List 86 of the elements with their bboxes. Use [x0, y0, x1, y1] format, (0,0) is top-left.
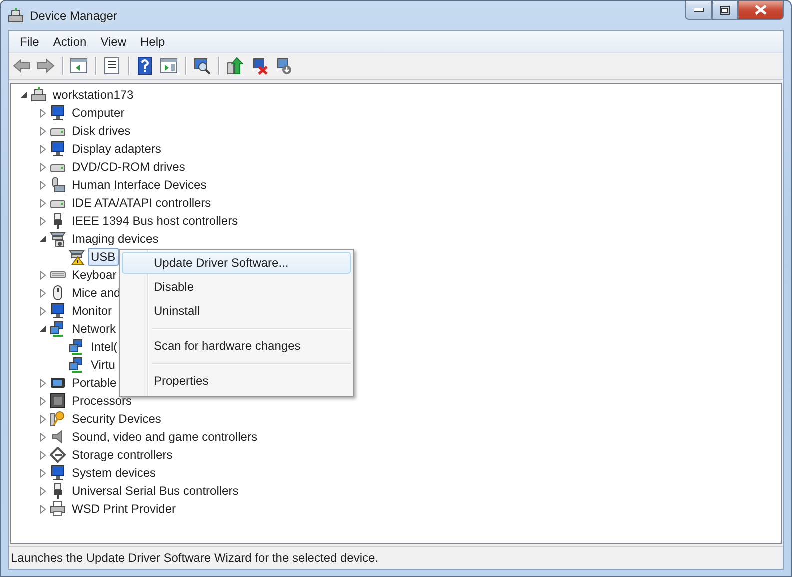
- monitor-icon: [50, 303, 66, 319]
- tree-item[interactable]: Intel(: [88, 338, 121, 356]
- expand-arrow-icon[interactable]: [40, 486, 46, 496]
- collapse-arrow-icon[interactable]: [40, 326, 46, 332]
- tree-item[interactable]: Keyboar: [69, 266, 120, 284]
- tree-item[interactable]: IDE ATA/ATAPI controllers: [69, 194, 214, 212]
- network-icon: [50, 321, 66, 337]
- tree-item[interactable]: Monitor: [69, 302, 116, 320]
- key-icon: [50, 411, 66, 427]
- expand-arrow-icon[interactable]: [40, 432, 46, 442]
- monitor-icon: [50, 141, 66, 157]
- menu-item[interactable]: View: [94, 34, 134, 48]
- tree-item[interactable]: Universal Serial Bus controllers: [69, 482, 242, 500]
- tree-item[interactable]: Disk drives: [69, 122, 134, 140]
- maximize-icon: [720, 6, 730, 14]
- context-menu-item[interactable]: Disable: [122, 276, 351, 298]
- collapse-arrow-icon[interactable]: [40, 236, 46, 242]
- scanner-warning-icon: [69, 249, 85, 265]
- menu-item[interactable]: Help: [134, 34, 172, 48]
- tree-item[interactable]: Human Interface Devices: [69, 176, 210, 194]
- expand-arrow-icon[interactable]: [40, 144, 46, 154]
- collapse-arrow-icon[interactable]: [20, 92, 28, 98]
- tree-item[interactable]: WSD Print Provider: [69, 500, 180, 518]
- scan-monitor-icon: [192, 57, 212, 75]
- properties-icon: [104, 57, 120, 75]
- forward-arrow-icon: [37, 59, 55, 73]
- expand-arrow-icon[interactable]: [40, 396, 46, 406]
- expand-arrow-icon[interactable]: [40, 198, 46, 208]
- window-title: Device Manager: [30, 8, 118, 22]
- monitor-icon: [50, 465, 66, 481]
- help-icon: [138, 57, 152, 75]
- tree-item[interactable]: Security Devices: [69, 410, 164, 428]
- expand-arrow-icon[interactable]: [40, 126, 46, 136]
- tree-item[interactable]: Display adapters: [69, 140, 164, 158]
- tree-item[interactable]: Computer: [69, 104, 128, 122]
- tree-item[interactable]: System devices: [69, 464, 160, 482]
- printer-icon: [50, 501, 66, 517]
- close-button[interactable]: [738, 1, 784, 20]
- expand-arrow-icon[interactable]: [40, 216, 46, 226]
- context-menu-item[interactable]: Properties: [122, 370, 351, 392]
- expand-arrow-icon[interactable]: [40, 414, 46, 424]
- monitor-icon: [50, 105, 66, 121]
- expand-arrow-icon[interactable]: [40, 378, 46, 388]
- minimize-icon: [694, 8, 704, 12]
- menu-item[interactable]: Action: [46, 34, 94, 48]
- action-pane-icon: [160, 58, 178, 74]
- tree-item[interactable]: Processors: [69, 392, 136, 410]
- status-text: Launches the Update Driver Software Wizard for the selected device.: [11, 551, 379, 565]
- scanner-icon: [50, 231, 66, 247]
- storage-controller-icon: [50, 447, 66, 463]
- tree-item[interactable]: Sound, video and game controllers: [69, 428, 260, 446]
- expand-arrow-icon[interactable]: [40, 468, 46, 478]
- joystick-icon: [50, 177, 66, 193]
- media-player-icon: [50, 375, 66, 391]
- processor-icon: [50, 393, 66, 409]
- computer-icon: [8, 8, 24, 24]
- computer-icon: [31, 87, 47, 103]
- expand-arrow-icon[interactable]: [40, 306, 46, 316]
- update-driver-icon: [225, 57, 245, 75]
- expand-arrow-icon[interactable]: [40, 504, 46, 514]
- expand-arrow-icon[interactable]: [40, 450, 46, 460]
- tree-item[interactable]: workstation173: [50, 86, 137, 104]
- tree-item[interactable]: DVD/CD-ROM drives: [69, 158, 188, 176]
- close-icon: [755, 5, 767, 15]
- tree-item[interactable]: Imaging devices: [69, 230, 162, 248]
- network-icon: [69, 339, 85, 355]
- context-menu-item[interactable]: Update Driver Software...: [122, 252, 351, 274]
- tree-item[interactable]: Storage controllers: [69, 446, 176, 464]
- tree-item[interactable]: USB: [88, 248, 119, 266]
- expand-arrow-icon[interactable]: [40, 180, 46, 190]
- network-icon: [69, 357, 85, 373]
- tree-item[interactable]: Virtu: [88, 356, 118, 374]
- back-arrow-icon: [13, 59, 31, 73]
- tree-item[interactable]: IEEE 1394 Bus host controllers: [69, 212, 242, 230]
- expand-arrow-icon[interactable]: [40, 162, 46, 172]
- context-menu-item[interactable]: Uninstall: [122, 300, 351, 322]
- tree-item[interactable]: Portable: [69, 374, 120, 392]
- expand-arrow-icon[interactable]: [40, 108, 46, 118]
- maximize-button[interactable]: [712, 1, 738, 20]
- menu-item[interactable]: File: [13, 34, 46, 48]
- window-pane-icon: [70, 58, 88, 74]
- tree-item[interactable]: Network: [69, 320, 120, 338]
- expand-arrow-icon[interactable]: [40, 270, 46, 280]
- expand-arrow-icon[interactable]: [40, 288, 46, 298]
- minimize-button[interactable]: [685, 1, 712, 20]
- context-menu-item[interactable]: Scan for hardware changes: [122, 335, 351, 357]
